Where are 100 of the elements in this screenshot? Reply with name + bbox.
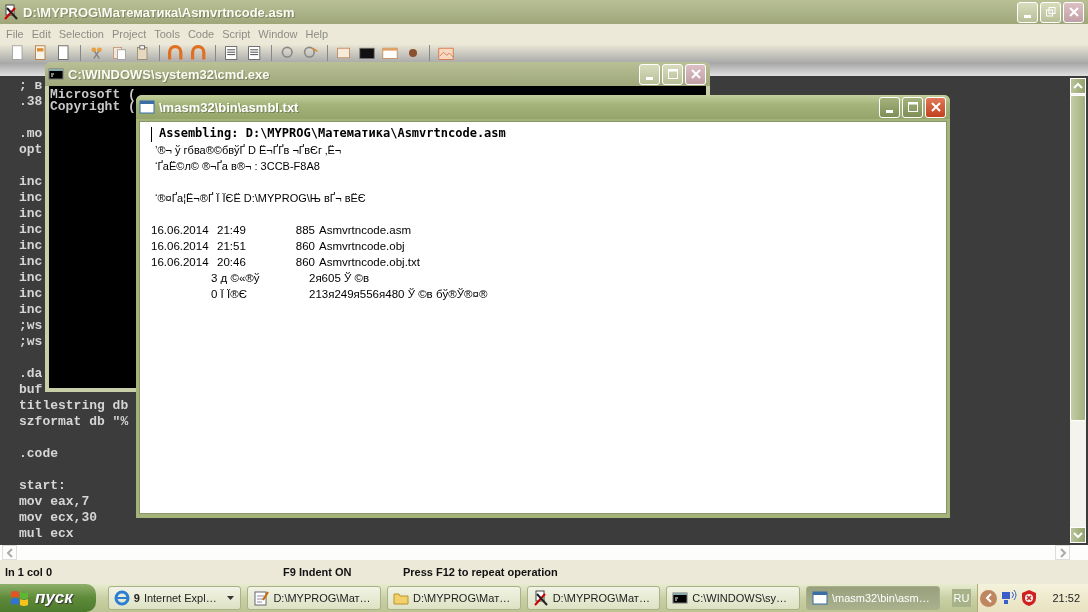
console-icon <box>359 45 375 61</box>
status-text: ln 1 col 0 <box>5 566 54 578</box>
scroll-thumb[interactable] <box>1070 95 1086 421</box>
summary-text: 3 д ©«®ў <box>211 271 261 286</box>
text-line: ‘ҐаЁ©л© ®¬Ґа в®¬ : 3CCB-F8A8 <box>155 159 320 174</box>
window-title: \masm32\bin\asmbl.txt <box>159 99 300 115</box>
lines-icon <box>224 45 240 61</box>
menu-item[interactable]: Selection <box>54 28 108 40</box>
minimize-icon <box>1024 15 1031 18</box>
file-time: 21:51 <box>217 239 247 254</box>
code-line: opt <box>19 142 43 158</box>
vertical-scrollbar[interactable] <box>1070 78 1086 543</box>
minimize-icon <box>886 110 893 113</box>
close-button[interactable] <box>925 96 946 118</box>
file-time: 20:46 <box>217 255 247 270</box>
code-line: .38 <box>19 94 43 110</box>
page-icon <box>10 45 26 61</box>
chevron-icon <box>984 593 994 603</box>
page-pen-icon <box>532 590 549 606</box>
taskbar-button[interactable]: C:\WINDOWS\sy… <box>666 586 800 610</box>
taskbar-button[interactable]: D:\MYPROG\Мат… <box>387 586 521 610</box>
window-title: D:\MYPROG\Математика\Asmvrtncode.asm <box>23 4 296 20</box>
horizontal-scrollbar[interactable] <box>0 545 1088 560</box>
menu-item[interactable]: Tools <box>150 28 184 40</box>
code-line: inc <box>19 270 43 286</box>
file-size: 885 <box>294 223 315 238</box>
code-line: mov eax,7 <box>19 494 90 510</box>
summary-text: 0 Ї Ї®Є <box>211 287 248 302</box>
window-icon <box>139 99 155 115</box>
minimize-button[interactable] <box>879 96 900 118</box>
folder-icon <box>393 590 410 606</box>
menu-item[interactable]: Script <box>218 28 255 40</box>
taskbar-button[interactable]: 9 Internet Expl… <box>107 586 242 610</box>
toolbar-button[interactable] <box>357 45 377 61</box>
menu-item[interactable]: File <box>2 28 28 40</box>
status-text: Press F12 to repeat operation <box>403 566 558 578</box>
file-size: 860 <box>294 239 315 254</box>
language-indicator[interactable]: RU <box>951 589 972 607</box>
code-line: ; в <box>19 78 43 94</box>
code-line: mov ecx,30 <box>19 510 97 526</box>
file-size: 860 <box>294 255 315 270</box>
file-name: Asmvrtncode.obj <box>319 239 405 254</box>
code-line: szformat db "% <box>19 414 129 430</box>
clock: 21:52 <box>1052 592 1080 604</box>
network-icon <box>1000 589 1019 607</box>
code-line: inc <box>19 286 43 302</box>
menu-item[interactable]: Help <box>301 28 333 40</box>
summary-text: 2я605 Ў ©в <box>309 271 370 286</box>
console-text: Copyright ( <box>50 101 136 113</box>
maximize-icon <box>907 102 918 112</box>
window-title: C:\WINDOWS\system32\cmd.exe <box>68 66 271 82</box>
show-hidden-icons-button[interactable] <box>980 589 998 607</box>
code-line: start: <box>19 478 66 494</box>
picture-icon <box>438 45 454 61</box>
start-button[interactable]: пуск <box>0 584 96 612</box>
code-line: .mo <box>19 126 43 142</box>
code-line: inc <box>19 190 43 206</box>
file-date: 16.06.2014 <box>151 223 210 238</box>
file-time: 21:49 <box>217 223 247 238</box>
console-icon <box>48 66 64 82</box>
lines-icon <box>247 45 263 61</box>
shield-icon <box>1021 589 1038 607</box>
notepad-icon <box>253 590 270 606</box>
globe-icon <box>113 590 130 606</box>
menu-item[interactable]: Code <box>183 28 219 40</box>
file-date: 16.06.2014 <box>151 255 210 270</box>
code-line: .code <box>19 446 58 462</box>
summary-text: 213я249я556я480 Ў ©в бў®Ў®¤® <box>309 287 488 302</box>
code-line: inc <box>19 254 43 270</box>
menu-item[interactable]: Edit <box>27 28 55 40</box>
code-line: inc <box>19 222 43 238</box>
code-line: inc <box>19 174 43 190</box>
close-icon <box>1068 7 1079 17</box>
text-line: ’®¬ ў гбва®©бвўҐ D Ё¬ҐҐв ¬ҐвЄг ‚Ё¬ <box>155 143 342 158</box>
code-line: inc <box>19 302 43 318</box>
code-line: ;ws <box>19 318 43 334</box>
file-name: Asmvrtncode.asm <box>319 223 412 238</box>
menu-item[interactable]: Project <box>107 28 151 40</box>
window-icon <box>382 45 398 61</box>
code-line: inc <box>19 238 43 254</box>
status-text: F9 Indent ON <box>283 566 353 578</box>
menu-item[interactable]: Window <box>254 28 302 40</box>
taskbar-button[interactable]: D:\MYPROG\Мат… <box>247 586 382 610</box>
clipboard-icon <box>135 45 151 61</box>
taskbar-button[interactable]: \masm32\bin\asm… <box>805 586 940 610</box>
code-line: titlestring db <box>19 398 129 414</box>
console-icon <box>672 590 689 606</box>
taskbar-button[interactable]: D:\MYPROG\Мат… <box>526 586 661 610</box>
windows-flag-icon <box>10 589 30 607</box>
code-line: buf <box>19 382 43 398</box>
maximize-button[interactable] <box>902 96 923 118</box>
restore-icon <box>1045 7 1056 17</box>
text-line: ‘®¤Ґа¦Ё¬®Ґ Ї ЇЄЁ D:\MYPROG\Њ вҐ¬ вЁЄ <box>155 191 366 206</box>
page-icon <box>56 45 72 61</box>
close-icon <box>690 69 701 79</box>
file-date: 16.06.2014 <box>151 239 210 254</box>
copy-icon <box>112 45 128 61</box>
file-name: Asmvrtncode.obj.txt <box>319 255 420 270</box>
scissors-icon <box>89 45 105 61</box>
maximize-icon <box>667 69 678 79</box>
